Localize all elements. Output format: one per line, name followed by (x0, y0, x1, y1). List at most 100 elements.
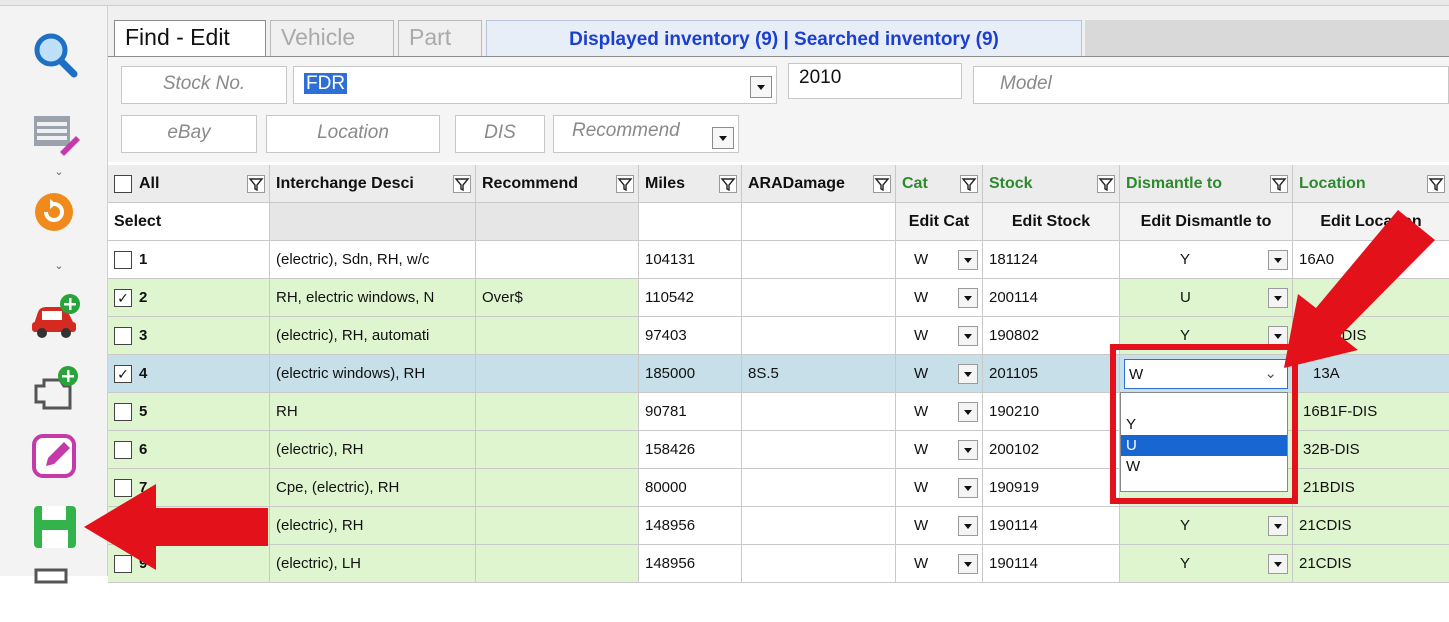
interchange-cell[interactable]: (electric), RH (270, 507, 476, 544)
filter-icon[interactable] (616, 175, 634, 193)
location-field[interactable]: Location (266, 115, 440, 153)
edit-dismantle-header[interactable]: Edit Dismantle to (1120, 203, 1293, 240)
recommend-cell[interactable] (476, 469, 639, 506)
cat-dropdown-button[interactable] (958, 250, 978, 270)
row-select-cell[interactable]: 5 (108, 393, 270, 430)
row-select-cell[interactable]: 6 (108, 431, 270, 468)
cat-cell[interactable]: W (896, 279, 983, 316)
recommend-cell[interactable] (476, 507, 639, 544)
recommend-header[interactable]: Recommend (476, 165, 639, 202)
chevron-down-icon[interactable]: ⌄ (52, 260, 66, 272)
filter-icon[interactable] (719, 175, 737, 193)
row-select-cell[interactable]: 1 (108, 241, 270, 278)
recommend-cell[interactable] (476, 355, 639, 392)
aradamage-cell[interactable] (742, 469, 896, 506)
row-checkbox[interactable]: ✓ (114, 288, 132, 307)
cat-cell[interactable]: W (896, 355, 983, 392)
select-all-checkbox[interactable] (114, 174, 132, 193)
row-checkbox[interactable] (114, 402, 132, 421)
recommend-cell[interactable] (476, 431, 639, 468)
cat-dropdown-button[interactable] (958, 478, 978, 498)
cat-cell[interactable]: W (896, 241, 983, 278)
stock-cell[interactable]: 190114 (983, 507, 1120, 544)
stock-cell[interactable]: 200102 (983, 431, 1120, 468)
edit-icon[interactable] (30, 430, 82, 482)
miles-cell[interactable]: 148956 (639, 545, 742, 582)
row-select-cell[interactable]: ✓ 2 (108, 279, 270, 316)
interchange-cell[interactable]: (electric windows), RH (270, 355, 476, 392)
location-cell[interactable]: 21CDIS (1293, 507, 1449, 544)
cat-cell[interactable]: W (896, 393, 983, 430)
row-checkbox[interactable]: ✓ (114, 364, 132, 383)
row-select-cell[interactable]: ✓ 4 (108, 355, 270, 392)
cat-dropdown-button[interactable] (958, 554, 978, 574)
stock-no-field[interactable]: Stock No. (121, 66, 287, 104)
miles-header[interactable]: Miles (639, 165, 742, 202)
table-row[interactable]: 8 (electric), RH 148956 W 190114 Y 21CDI… (108, 507, 1449, 545)
recommend-cell[interactable]: Over$ (476, 279, 639, 316)
cat-header[interactable]: Cat (896, 165, 983, 202)
aradamage-cell[interactable] (742, 507, 896, 544)
tab-vehicle[interactable]: Vehicle (270, 20, 394, 56)
chevron-down-icon[interactable]: ⌄ (52, 166, 66, 178)
ebay-field[interactable]: eBay (121, 115, 257, 153)
cat-cell[interactable]: W (896, 545, 983, 582)
cat-cell[interactable]: W (896, 317, 983, 354)
cat-dropdown-button[interactable] (958, 516, 978, 536)
make-field[interactable]: FDR (293, 66, 777, 104)
filter-icon[interactable] (453, 175, 471, 193)
stock-cell[interactable]: 190919 (983, 469, 1120, 506)
dismantle-cell[interactable]: Y (1120, 545, 1293, 582)
location-cell[interactable]: 16B1F-DIS (1293, 393, 1449, 430)
location-cell[interactable]: 32B-DIS (1293, 431, 1449, 468)
aradamage-cell[interactable] (742, 279, 896, 316)
miles-cell[interactable]: 80000 (639, 469, 742, 506)
recommend-cell[interactable] (476, 545, 639, 582)
stock-cell[interactable]: 190210 (983, 393, 1120, 430)
edit-list-icon[interactable] (30, 108, 82, 160)
dismantle-header[interactable]: Dismantle to (1120, 165, 1293, 202)
interchange-cell[interactable]: (electric), RH, automati (270, 317, 476, 354)
cat-dropdown-button[interactable] (958, 326, 978, 346)
aradamage-header[interactable]: ARADamage (742, 165, 896, 202)
cat-dropdown-button[interactable] (958, 364, 978, 384)
interchange-cell[interactable]: (electric), RH (270, 431, 476, 468)
save-icon[interactable] (30, 502, 82, 554)
row-checkbox[interactable] (114, 440, 132, 459)
select-all-header[interactable]: All (108, 165, 270, 202)
interchange-header[interactable]: Interchange Desci (270, 165, 476, 202)
tab-part[interactable]: Part (398, 20, 482, 56)
filter-icon[interactable] (960, 175, 978, 193)
dismantle-cell[interactable]: Y (1120, 241, 1293, 278)
cat-dropdown-button[interactable] (958, 288, 978, 308)
miles-cell[interactable]: 185000 (639, 355, 742, 392)
row-checkbox[interactable] (114, 250, 132, 269)
filter-icon[interactable] (873, 175, 891, 193)
miles-cell[interactable]: 158426 (639, 431, 742, 468)
edit-stock-header[interactable]: Edit Stock (983, 203, 1120, 240)
stock-cell[interactable]: 181124 (983, 241, 1120, 278)
model-field[interactable]: Model (973, 66, 1449, 104)
recommend-cell[interactable] (476, 241, 639, 278)
stock-header[interactable]: Stock (983, 165, 1120, 202)
dismantle-cell[interactable]: Y (1120, 507, 1293, 544)
cat-dropdown-button[interactable] (958, 440, 978, 460)
interchange-cell[interactable]: (electric), LH (270, 545, 476, 582)
dismantle-dropdown-button[interactable] (1268, 554, 1288, 574)
interchange-cell[interactable]: RH, electric windows, N (270, 279, 476, 316)
recommend-cell[interactable] (476, 393, 639, 430)
location-cell[interactable]: 21BDIS (1293, 469, 1449, 506)
aradamage-cell[interactable]: 8S.5 (742, 355, 896, 392)
miles-cell[interactable]: 104131 (639, 241, 742, 278)
aradamage-cell[interactable] (742, 393, 896, 430)
miles-cell[interactable]: 90781 (639, 393, 742, 430)
dismantle-cell[interactable]: U (1120, 279, 1293, 316)
cat-dropdown-button[interactable] (958, 402, 978, 422)
filter-icon[interactable] (1427, 175, 1445, 193)
miles-cell[interactable]: 148956 (639, 507, 742, 544)
add-part-icon[interactable] (30, 364, 82, 416)
stock-cell[interactable]: 200114 (983, 279, 1120, 316)
recommend-cell[interactable] (476, 317, 639, 354)
miles-cell[interactable]: 97403 (639, 317, 742, 354)
year-field[interactable]: 2010 (788, 63, 962, 99)
